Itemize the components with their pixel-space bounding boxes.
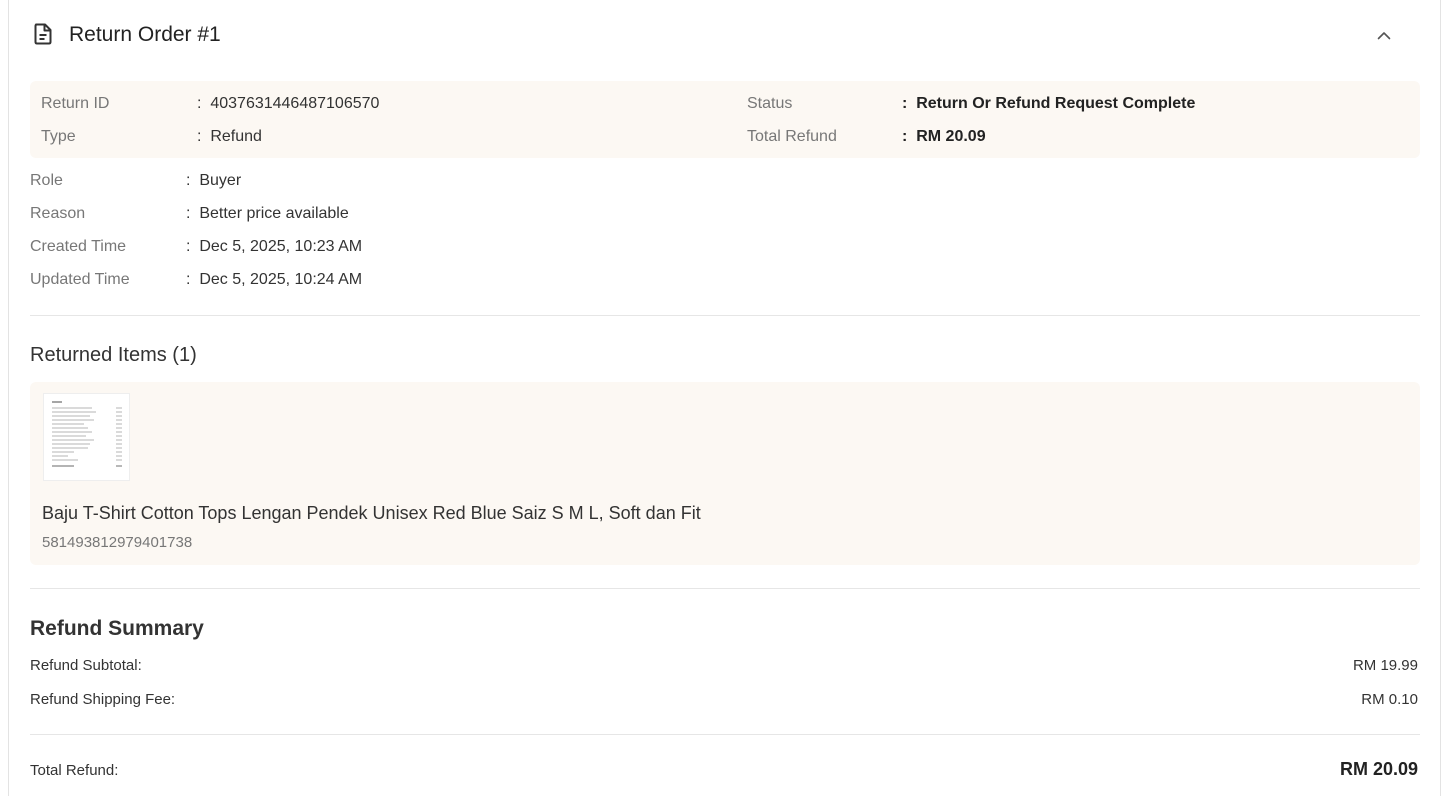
returned-item-card: Baju T-Shirt Cotton Tops Lengan Pendek U… bbox=[30, 382, 1420, 565]
returned-items-title: Returned Items (1) bbox=[30, 344, 197, 366]
total-refund-summary-label: Total Refund: bbox=[30, 762, 119, 779]
refund-shipping-value: RM 0.10 bbox=[1361, 691, 1418, 708]
status-label: Status bbox=[747, 95, 793, 112]
total-refund-value: : RM 20.09 bbox=[902, 128, 986, 145]
role-value: : Buyer bbox=[186, 172, 242, 189]
return-order-card: Return Order #1 Return ID : 403763144648… bbox=[8, 0, 1441, 796]
role-text: Buyer bbox=[199, 172, 242, 189]
divider bbox=[30, 734, 1420, 735]
return-id-text: 4037631446487106570 bbox=[210, 95, 380, 112]
reason-value: : Better price available bbox=[186, 205, 349, 222]
product-name[interactable]: Baju T-Shirt Cotton Tops Lengan Pendek U… bbox=[42, 502, 701, 524]
document-icon bbox=[34, 23, 52, 45]
return-order-header[interactable]: Return Order #1 bbox=[9, 0, 1440, 70]
created-time-label: Created Time bbox=[30, 238, 127, 255]
refund-summary-title: Refund Summary bbox=[30, 617, 204, 640]
refund-shipping-label: Refund Shipping Fee: bbox=[30, 691, 176, 708]
divider bbox=[30, 588, 1420, 589]
return-order-title: Return Order #1 bbox=[69, 23, 221, 46]
total-refund-summary-value: RM 20.09 bbox=[1339, 759, 1418, 779]
updated-time-label: Updated Time bbox=[30, 271, 130, 288]
refund-subtotal-label: Refund Subtotal: bbox=[30, 657, 142, 674]
return-id-value: : 4037631446487106570 bbox=[197, 95, 380, 112]
status-text: Return Or Refund Request Complete bbox=[916, 95, 1196, 112]
created-time-text: Dec 5, 2025, 10:23 AM bbox=[199, 238, 363, 255]
return-summary-panel: Return ID : 4037631446487106570 Type : R… bbox=[30, 81, 1420, 158]
refund-subtotal-value: RM 19.99 bbox=[1352, 657, 1418, 674]
status-value: : Return Or Refund Request Complete bbox=[902, 95, 1196, 112]
product-thumbnail[interactable] bbox=[43, 393, 130, 481]
divider bbox=[30, 315, 1420, 316]
type-value: : Refund bbox=[197, 128, 262, 145]
role-label: Role bbox=[30, 172, 63, 189]
updated-time-value: : Dec 5, 2025, 10:24 AM bbox=[186, 271, 363, 288]
created-time-value: : Dec 5, 2025, 10:23 AM bbox=[186, 238, 363, 255]
total-refund-label: Total Refund bbox=[747, 128, 837, 145]
reason-text: Better price available bbox=[199, 205, 349, 222]
total-refund-text: RM 20.09 bbox=[916, 128, 986, 145]
type-label: Type bbox=[41, 128, 76, 145]
type-text: Refund bbox=[210, 128, 262, 145]
reason-label: Reason bbox=[30, 205, 86, 222]
updated-time-text: Dec 5, 2025, 10:24 AM bbox=[199, 271, 363, 288]
chevron-up-icon[interactable] bbox=[1373, 24, 1395, 46]
product-id: 581493812979401738 bbox=[42, 534, 193, 551]
return-id-label: Return ID bbox=[41, 95, 110, 112]
